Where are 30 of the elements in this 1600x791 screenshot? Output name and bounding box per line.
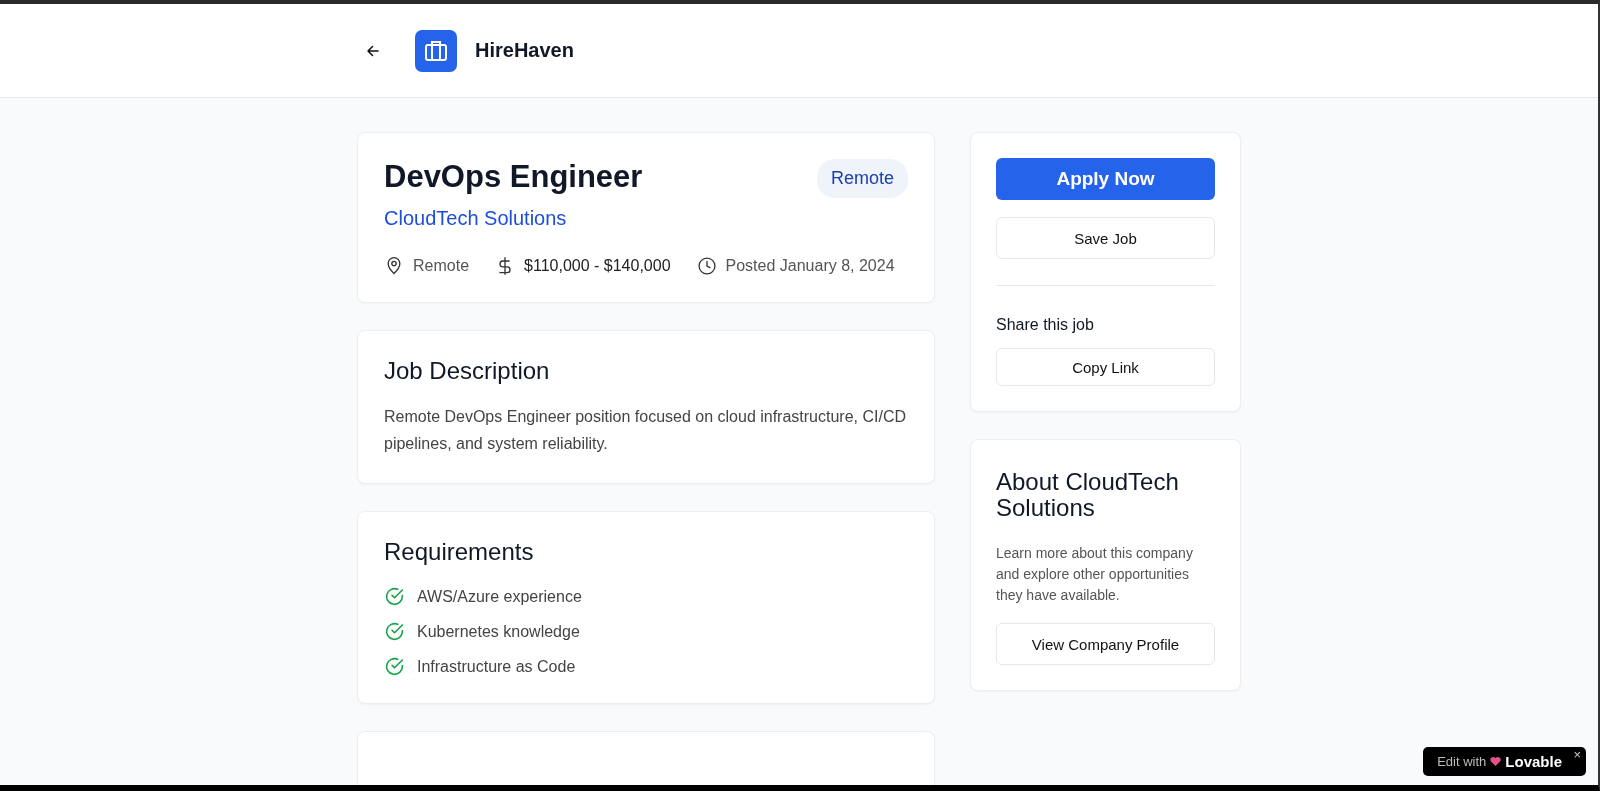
section-heading: Job Description: [384, 357, 551, 385]
badge-brand: Lovable: [1505, 753, 1562, 770]
salary-text: $110,000 - $140,000: [524, 257, 671, 275]
about-text: Learn more about this company and explore other opportunities they have available.: [996, 544, 1194, 605]
brand-name: HireHaven: [475, 39, 574, 62]
description-text: Remote DevOps Engineer position focused on cloud infrastructure, CI/CD pipelines, and system reliability.: [384, 407, 908, 454]
badge-label: Edit with: [1437, 754, 1487, 769]
check-circle-icon: [384, 656, 405, 677]
company-link[interactable]: CloudTech Solutions: [384, 207, 643, 230]
save-job-button[interactable]: Save Job: [996, 217, 1215, 259]
edit-badge[interactable]: Edit with Lovable ×: [1423, 747, 1586, 776]
remote-tag: Remote: [816, 159, 908, 198]
heart-icon: [1490, 756, 1502, 767]
check-circle-icon: [384, 621, 405, 642]
location-text: Remote: [413, 257, 470, 275]
share-heading: Share this job: [996, 316, 1095, 334]
briefcase-logo-icon: [415, 29, 457, 72]
copy-link-button[interactable]: Copy Link: [996, 348, 1215, 386]
job-title: DevOps Engineer: [384, 159, 643, 195]
apply-button[interactable]: Apply Now: [996, 158, 1215, 200]
requirement-text: Infrastructure as Code: [417, 657, 576, 676]
close-icon[interactable]: ×: [1573, 747, 1581, 762]
check-circle-icon: [384, 586, 405, 607]
section-heading: Requirements: [384, 538, 535, 566]
clock-icon: [696, 256, 717, 276]
about-heading: About CloudTech Solutions: [996, 469, 1180, 521]
requirement-text: Kubernetes knowledge: [417, 622, 580, 641]
company-profile-button[interactable]: View Company Profile: [996, 623, 1215, 665]
posted-date: Posted January 8, 2024: [725, 257, 895, 275]
requirement-text: AWS/Azure experience: [417, 587, 582, 606]
